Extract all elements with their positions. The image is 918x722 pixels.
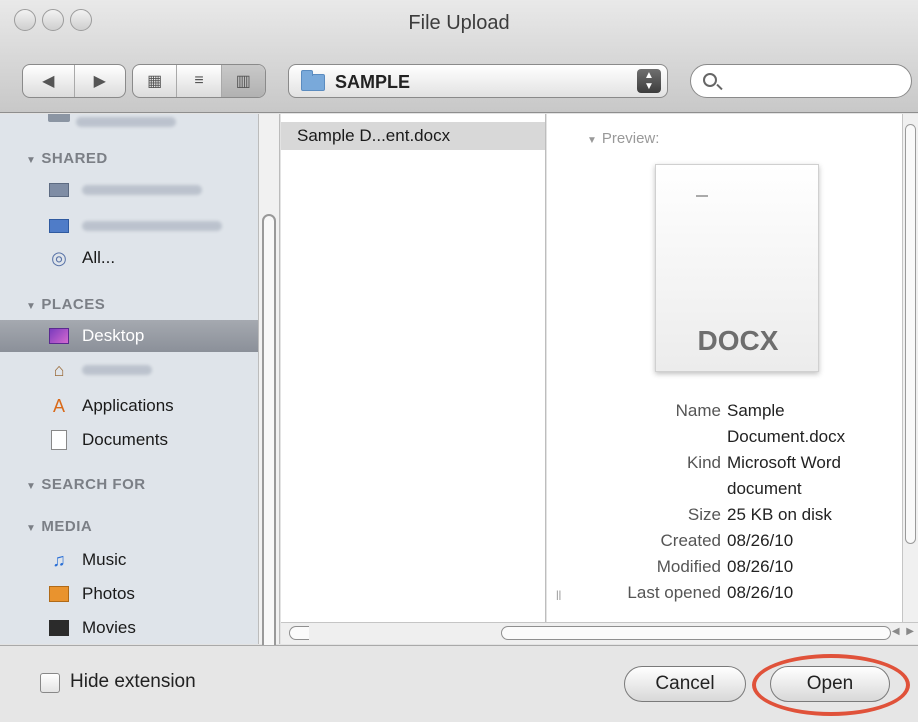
info-created-value: 08/26/10: [727, 531, 794, 550]
list-view-icon: ≡: [194, 72, 204, 89]
list-view-button[interactable]: ≡: [177, 65, 222, 97]
globe-icon: ◎: [51, 247, 67, 268]
info-kind-value: Microsoft Word: [727, 453, 841, 472]
sidebar-section-media[interactable]: ▼ MEDIA: [26, 518, 92, 535]
info-size-key: Size: [687, 505, 721, 524]
sidebar-item-home[interactable]: ⌂: [0, 354, 258, 386]
popup-arrows-icon: ▲ ▼: [637, 69, 661, 93]
document-icon: [48, 430, 70, 450]
preview-column: ▼ Preview: DOCX Name Sample Document.docx …: [547, 114, 902, 622]
cancel-button[interactable]: Cancel: [624, 666, 746, 702]
imac-icon: [48, 216, 70, 236]
home-icon: ⌂: [53, 359, 65, 380]
sidebar-item-music[interactable]: ♫ Music: [0, 544, 258, 576]
sidebar-item-all[interactable]: ◎ All...: [0, 242, 258, 274]
column-resize-handle[interactable]: ||: [556, 590, 561, 601]
sidebar-item-shared-computer-2[interactable]: [0, 210, 258, 242]
back-button[interactable]: ◀: [23, 65, 75, 97]
info-last-opened-value: 08/26/10: [727, 583, 794, 602]
sidebar-section-shared[interactable]: ▼ SHARED: [26, 150, 108, 167]
desktop-icon: [48, 326, 70, 346]
sidebar: ▼ SHARED ◎ All... ▼ PLACES Desktop ⌂ A App…: [0, 114, 258, 644]
photos-icon: [48, 584, 70, 604]
disk-icon: [48, 114, 70, 122]
preview-scroll-thumb[interactable]: [905, 124, 916, 544]
dialog-footer: Hide extension Cancel Open: [0, 645, 918, 722]
hide-extension-checkbox[interactable]: [40, 673, 60, 693]
preview-header[interactable]: ▼ Preview:: [587, 130, 659, 147]
sidebar-item-documents[interactable]: Documents: [0, 424, 258, 456]
open-button-highlight-circle: [752, 654, 910, 716]
info-name-value-2: Document.docx: [727, 427, 846, 446]
computer-icon: [48, 180, 70, 200]
sidebar-item-applications[interactable]: A Applications: [0, 390, 258, 422]
sidebar-item-movies[interactable]: Movies: [0, 612, 258, 644]
column-view-button[interactable]: ▥: [221, 65, 265, 97]
back-arrow-icon: ◀: [42, 73, 55, 90]
sidebar-item-desktop[interactable]: Desktop: [0, 320, 258, 352]
forward-button[interactable]: ▶: [75, 65, 126, 97]
info-kind-value-2: document: [727, 479, 802, 498]
sidebar-section-search-for[interactable]: ▼ SEARCH FOR: [26, 476, 146, 493]
sidebar-scroll-thumb[interactable]: [262, 214, 276, 704]
applications-icon: A: [52, 395, 65, 416]
info-modified-key: Modified: [656, 557, 721, 576]
file-info: Name Sample Document.docx Kind Microsoft W…: [547, 398, 902, 606]
doc-type-label: DOCX: [697, 325, 779, 356]
column-view-icon: ▥: [235, 73, 251, 90]
horizontal-scrollbar[interactable]: ◀ ▶: [281, 622, 918, 644]
info-last-opened-key: Last opened: [627, 583, 721, 602]
file-upload-dialog: File Upload ◀ ▶ ▦ ≡ ▥ SAMPLE ▲ ▼ ▼ SHARED: [0, 0, 918, 722]
info-size-value: 25 KB on disk: [727, 505, 832, 524]
back-forward-control: ◀ ▶: [22, 64, 126, 98]
search-field[interactable]: [690, 64, 912, 98]
scroll-arrows-icon[interactable]: ◀ ▶: [892, 626, 916, 637]
forward-arrow-icon: ▶: [93, 73, 106, 90]
window-title: File Upload: [408, 12, 510, 34]
hide-extension-label[interactable]: Hide extension: [70, 671, 196, 693]
icon-view-button[interactable]: ▦: [133, 65, 178, 97]
view-mode-control: ▦ ≡ ▥: [132, 64, 266, 98]
sidebar-item-disk[interactable]: [76, 114, 176, 132]
info-kind-key: Kind: [686, 453, 721, 472]
sidebar-scrollbar[interactable]: [258, 114, 280, 704]
clapperboard-icon: [48, 618, 70, 638]
info-modified-value: 08/26/10: [727, 557, 794, 576]
icon-view-icon: ▦: [147, 73, 163, 90]
location-popup[interactable]: SAMPLE ▲ ▼: [288, 64, 668, 98]
info-name-value: Sample: [727, 401, 785, 420]
info-name-key: Name: [675, 401, 721, 420]
folder-icon: [301, 70, 325, 91]
preview-scrollbar[interactable]: [902, 114, 918, 622]
title-bar: File Upload ◀ ▶ ▦ ≡ ▥ SAMPLE ▲ ▼: [0, 0, 918, 113]
file-column: Sample D...ent.docx: [281, 114, 546, 622]
location-label: SAMPLE: [335, 72, 411, 92]
sidebar-item-shared-computer-1[interactable]: [0, 174, 258, 206]
horizontal-scroll-thumb[interactable]: [501, 626, 891, 640]
horizontal-scroll-cap: [289, 626, 309, 640]
search-icon: [703, 73, 717, 87]
sidebar-section-places[interactable]: ▼ PLACES: [26, 296, 105, 313]
info-created-key: Created: [660, 531, 721, 550]
docx-file-icon: DOCX: [655, 164, 819, 372]
file-row-selected[interactable]: Sample D...ent.docx: [281, 122, 545, 150]
sidebar-item-photos[interactable]: Photos: [0, 578, 258, 610]
music-note-icon: ♫: [52, 549, 66, 570]
